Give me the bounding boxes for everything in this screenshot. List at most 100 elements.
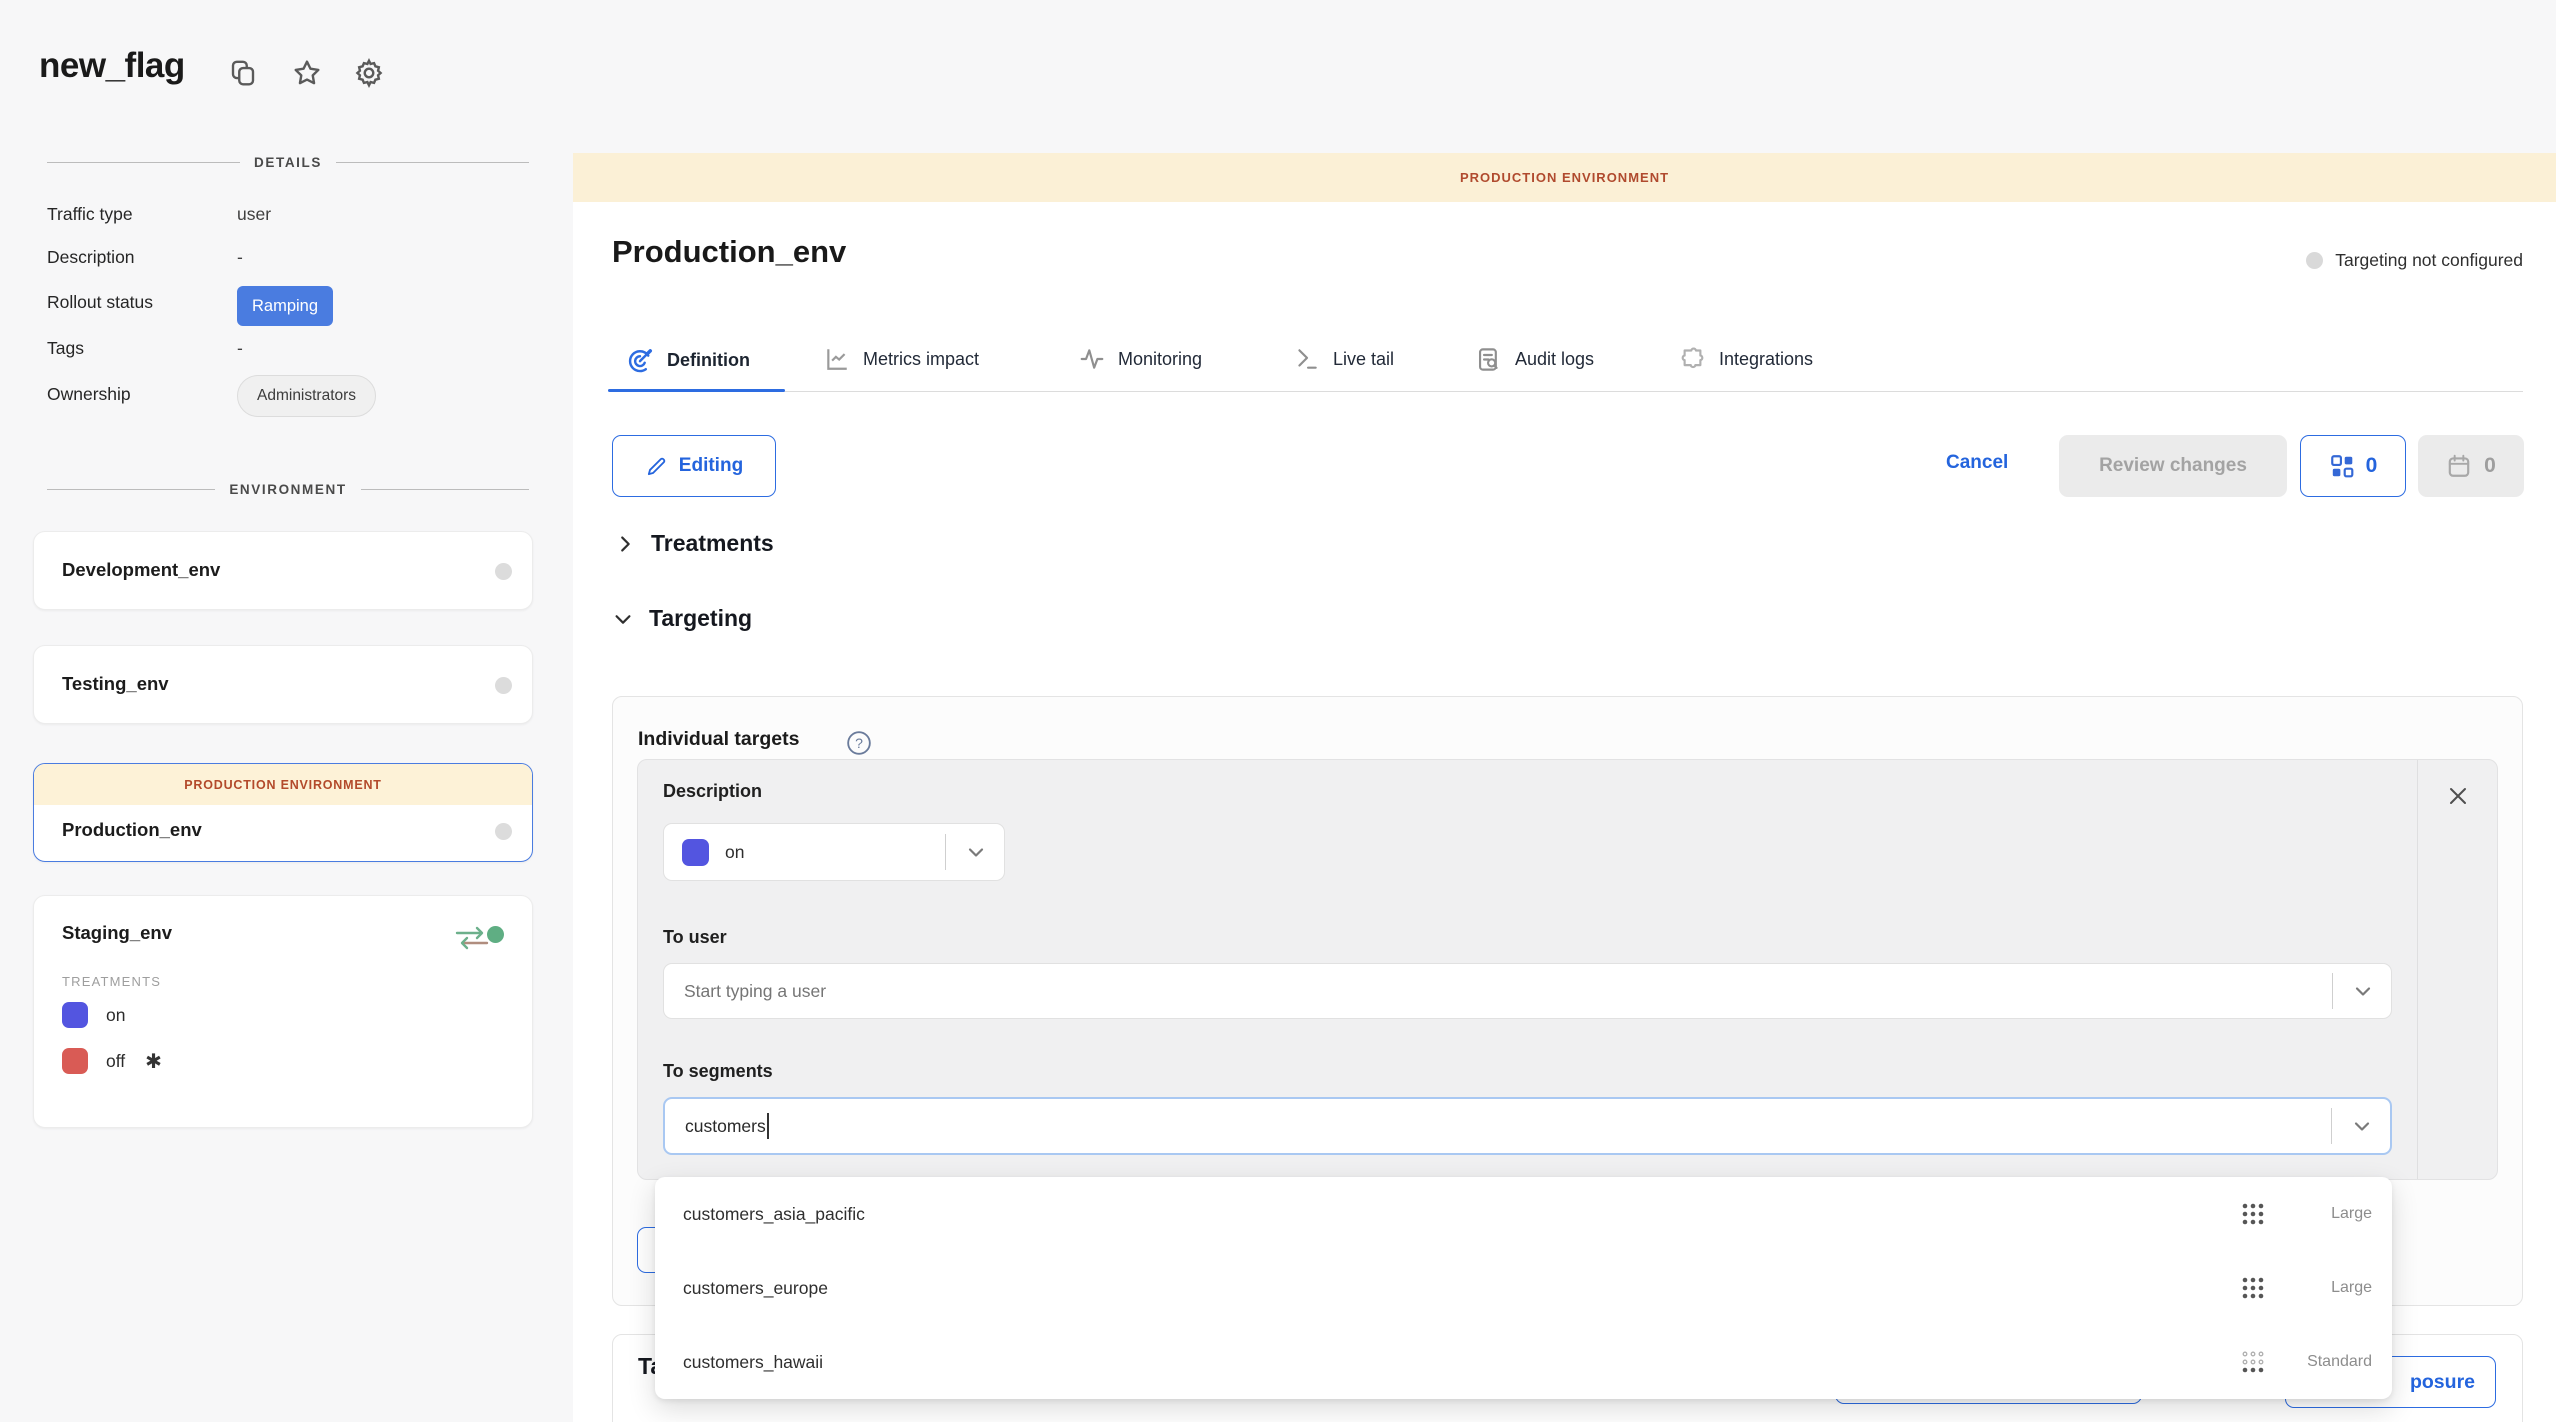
environment-title: ENVIRONMENT bbox=[229, 482, 346, 497]
chevron-down-icon[interactable] bbox=[2350, 1114, 2374, 1138]
status-dot-green bbox=[487, 926, 504, 943]
gear-icon[interactable] bbox=[352, 56, 386, 90]
calendar-icon bbox=[2446, 453, 2472, 479]
chevron-right-icon bbox=[614, 533, 636, 555]
definition-icon bbox=[626, 346, 654, 374]
tab-metrics-impact[interactable]: Metrics impact bbox=[824, 346, 979, 372]
chevron-down-icon[interactable] bbox=[2351, 979, 2375, 1003]
segment-size-label: Standard bbox=[2294, 1353, 2372, 1371]
editing-button[interactable]: Editing bbox=[612, 435, 776, 497]
status-dot bbox=[495, 823, 512, 840]
detail-value-tags: - bbox=[237, 338, 243, 359]
status-dot bbox=[2306, 252, 2323, 269]
to-segments-input-value[interactable]: customers bbox=[685, 1116, 766, 1137]
svg-text:?: ? bbox=[855, 735, 863, 751]
env-name: Development_env bbox=[62, 559, 220, 581]
treatment-color-swatch bbox=[682, 839, 709, 866]
to-user-input-wrap bbox=[663, 963, 2392, 1019]
detail-label-rollout-status: Rollout status bbox=[47, 292, 153, 313]
tab-label: Live tail bbox=[1333, 349, 1394, 370]
treatments-section-header[interactable]: Treatments bbox=[614, 530, 774, 557]
treatments-section-title: Treatments bbox=[651, 530, 774, 557]
env-card-production[interactable]: PRODUCTION ENVIRONMENT Production_env bbox=[33, 763, 533, 862]
environment-page-title: Production_env bbox=[612, 234, 846, 270]
tab-integrations[interactable]: Integrations bbox=[1679, 346, 1813, 373]
targeting-status: Targeting not configured bbox=[2306, 250, 2523, 271]
treatment-row-on: on bbox=[62, 1002, 125, 1028]
tab-audit-logs[interactable]: Audit logs bbox=[1475, 346, 1594, 373]
monitoring-icon bbox=[1079, 346, 1105, 372]
metrics-impact-icon bbox=[824, 346, 850, 372]
default-treatment-marker: ✱ bbox=[145, 1049, 162, 1074]
tab-label: Integrations bbox=[1719, 349, 1813, 370]
audit-logs-icon bbox=[1475, 346, 1502, 373]
details-title: DETAILS bbox=[254, 155, 322, 170]
tab-label: Metrics impact bbox=[863, 349, 979, 370]
env-name: Staging_env bbox=[62, 922, 172, 944]
pending-changes-button[interactable]: 0 bbox=[2300, 435, 2406, 497]
production-env-banner: PRODUCTION ENVIRONMENT bbox=[34, 764, 532, 805]
swap-arrows-icon bbox=[454, 925, 490, 951]
changes-grid-icon bbox=[2329, 453, 2355, 479]
select-divider bbox=[2332, 973, 2333, 1009]
flag-name-title: new_flag bbox=[39, 46, 185, 86]
detail-value-description: - bbox=[237, 247, 243, 268]
to-segments-field-label: To segments bbox=[663, 1061, 773, 1082]
help-icon[interactable]: ? bbox=[846, 730, 872, 756]
segment-name: customers_asia_pacific bbox=[683, 1204, 2240, 1225]
targeting-status-text: Targeting not configured bbox=[2335, 250, 2523, 271]
treatment-color-off bbox=[62, 1048, 88, 1074]
segment-name: customers_europe bbox=[683, 1278, 2240, 1299]
scheduled-changes-button[interactable]: 0 bbox=[2418, 435, 2524, 497]
detail-label-tags: Tags bbox=[47, 338, 84, 359]
details-divider: DETAILS bbox=[47, 155, 529, 170]
tab-label: Monitoring bbox=[1118, 349, 1202, 370]
segments-dropdown: customers_asia_pacific Large customers_e… bbox=[655, 1177, 2392, 1399]
treatments-caption: TREATMENTS bbox=[62, 974, 161, 989]
select-divider bbox=[945, 834, 946, 870]
segment-name: customers_hawaii bbox=[683, 1352, 2240, 1373]
star-icon[interactable] bbox=[290, 56, 324, 90]
pencil-icon bbox=[645, 455, 668, 478]
page: new_flag DETAILS Traffic type user Descr… bbox=[0, 0, 2556, 1422]
detail-label-ownership: Ownership bbox=[47, 384, 131, 405]
environment-divider: ENVIRONMENT bbox=[47, 482, 529, 497]
treatment-name: on bbox=[106, 1005, 125, 1026]
review-changes-button[interactable]: Review changes bbox=[2059, 435, 2287, 497]
to-user-input[interactable] bbox=[684, 981, 1284, 1002]
detail-label-description: Description bbox=[47, 247, 135, 268]
treatment-row-off: off ✱ bbox=[62, 1048, 162, 1074]
tab-definition[interactable]: Definition bbox=[626, 346, 750, 374]
tabs-bottom-border bbox=[612, 391, 2523, 392]
targeting-section-header[interactable]: Targeting bbox=[612, 605, 752, 632]
changes-count: 0 bbox=[2366, 454, 2378, 478]
targeting-section-title: Targeting bbox=[649, 605, 752, 632]
scheduled-count: 0 bbox=[2484, 454, 2496, 478]
status-dot bbox=[495, 563, 512, 580]
treatment-color-on bbox=[62, 1002, 88, 1028]
tab-live-tail[interactable]: Live tail bbox=[1294, 346, 1394, 372]
tab-monitoring[interactable]: Monitoring bbox=[1079, 346, 1202, 372]
active-tab-underline bbox=[608, 389, 785, 392]
env-card-staging[interactable]: Staging_env TREATMENTS on off ✱ bbox=[33, 895, 533, 1128]
tab-label: Audit logs bbox=[1515, 349, 1594, 370]
segment-size-standard-icon bbox=[2240, 1349, 2266, 1375]
segment-size-label: Large bbox=[2294, 1205, 2372, 1223]
env-name: Production_env bbox=[62, 819, 202, 841]
editing-label: Editing bbox=[679, 455, 743, 477]
copy-icon[interactable] bbox=[226, 56, 260, 90]
treatment-select[interactable]: on bbox=[663, 823, 1005, 881]
segment-option-customers-asia-pacific[interactable]: customers_asia_pacific Large bbox=[655, 1177, 2392, 1251]
tab-label: Definition bbox=[667, 350, 750, 371]
segment-option-customers-europe[interactable]: customers_europe Large bbox=[655, 1251, 2392, 1325]
env-card-development[interactable]: Development_env bbox=[33, 531, 533, 610]
to-user-field-label: To user bbox=[663, 927, 727, 948]
env-card-testing[interactable]: Testing_env bbox=[33, 645, 533, 724]
detail-label-traffic-type: Traffic type bbox=[47, 204, 133, 225]
segment-option-customers-hawaii[interactable]: customers_hawaii Standard bbox=[655, 1325, 2392, 1399]
chevron-down-icon bbox=[964, 840, 988, 864]
segment-size-label: Large bbox=[2294, 1279, 2372, 1297]
cancel-button[interactable]: Cancel bbox=[1946, 452, 2008, 474]
individual-targets-title: Individual targets bbox=[638, 728, 799, 751]
remove-rule-icon[interactable] bbox=[2446, 784, 2470, 808]
